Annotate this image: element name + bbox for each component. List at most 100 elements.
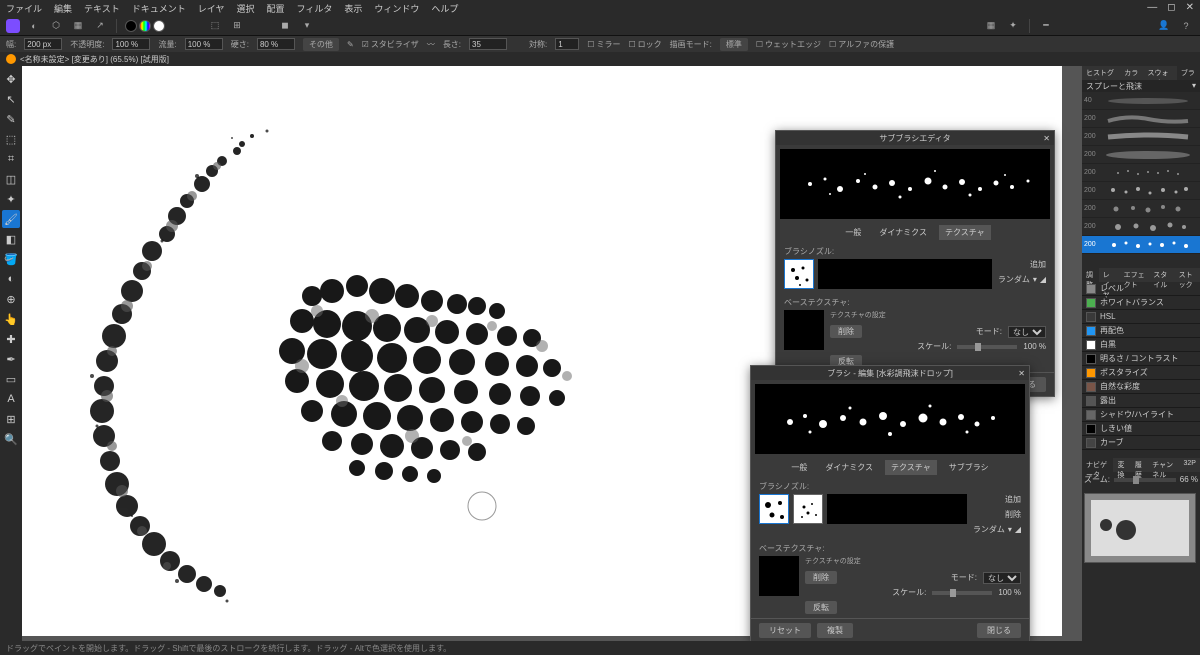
color-picker-swatches[interactable] (125, 20, 165, 32)
texture-thumbnail[interactable] (759, 556, 799, 596)
color-picker-tool[interactable]: ✎ (2, 110, 20, 128)
add-button[interactable]: 追加 (1030, 259, 1046, 270)
document-tab[interactable]: <名称未設定> [変更あり] (65.5%) [試用版] (20, 54, 169, 65)
persona-tone-icon[interactable]: ▦ (70, 18, 86, 34)
adjustment-item[interactable]: シャドウ/ハイライト (1082, 408, 1200, 422)
tab-color[interactable]: カラー (1120, 66, 1143, 80)
brush-item[interactable]: 200 (1082, 182, 1200, 200)
minimize-icon[interactable]: — (1147, 2, 1157, 13)
scale-slider[interactable] (957, 345, 1017, 349)
hardness-input[interactable] (257, 38, 295, 50)
mesh-warp-tool[interactable]: ⊞ (2, 410, 20, 428)
pen-tool[interactable]: ✒ (2, 350, 20, 368)
opacity-input[interactable] (112, 38, 150, 50)
menu-arrange[interactable]: 配置 (267, 2, 285, 15)
adjustment-item[interactable]: 再配色 (1082, 324, 1200, 338)
brush-item[interactable]: 200 (1082, 128, 1200, 146)
move-tool[interactable]: ↖ (2, 90, 20, 108)
tab-transform[interactable]: 変換 (1113, 458, 1130, 472)
heal-tool[interactable]: ✚ (2, 330, 20, 348)
tab-subbrush[interactable]: サブブラシ (943, 460, 995, 475)
dialog-titlebar[interactable]: サブブラシエディタ ✕ (776, 131, 1054, 145)
ramp-icon[interactable]: ◢ (1015, 525, 1021, 534)
brush-item[interactable]: 200 (1082, 164, 1200, 182)
protect-alpha-checkbox[interactable]: ☐ アルファの保護 (829, 39, 894, 50)
tab-general[interactable]: 一般 (839, 225, 867, 240)
selection-tool[interactable]: ⬚ (2, 130, 20, 148)
close-icon[interactable]: ✕ (1018, 369, 1025, 378)
width-input[interactable] (24, 38, 62, 50)
dodge-tool[interactable]: ◐ (2, 270, 20, 288)
menu-edit[interactable]: 編集 (54, 2, 72, 15)
more-button[interactable]: その他 (303, 38, 339, 51)
menu-document[interactable]: ドキュメント (132, 2, 186, 15)
quickmask-icon[interactable]: ◼ (277, 18, 293, 34)
add-button[interactable]: 追加 (1005, 494, 1021, 505)
swatch-white[interactable] (153, 20, 165, 32)
tab-histogram[interactable]: ヒストグラム (1082, 66, 1120, 80)
wetedge-checkbox[interactable]: ☐ ウェットエッジ (756, 39, 821, 50)
tab-effects[interactable]: エフェクト (1120, 268, 1150, 282)
navigator-thumbnail[interactable] (1084, 493, 1196, 563)
menu-file[interactable]: ファイル (6, 2, 42, 15)
persona-liquify-icon[interactable]: ◐ (26, 18, 42, 34)
tab-brush[interactable]: ブラシ (1177, 66, 1200, 80)
close-button[interactable]: 閉じる (977, 623, 1021, 638)
menu-text[interactable]: テキスト (84, 2, 120, 15)
tab-texture[interactable]: テクスチャ (939, 225, 991, 240)
menu-layer[interactable]: レイヤ (198, 2, 225, 15)
stabilizer-checkbox[interactable]: ☑ スタビライザ (362, 39, 419, 50)
brush-item[interactable]: 40 (1082, 92, 1200, 110)
scale-slider[interactable] (932, 591, 992, 595)
smudge-tool[interactable]: 👆 (2, 310, 20, 328)
duplicate-button[interactable]: 複製 (817, 623, 853, 638)
nozzle-thumbnail-2[interactable] (793, 494, 823, 524)
tab-history[interactable]: 履歴 (1131, 458, 1148, 472)
tab-swatch[interactable]: スウォッチ (1144, 66, 1177, 80)
brush-item-selected[interactable]: 200 (1082, 236, 1200, 254)
tab-channels[interactable]: チャンネル (1148, 458, 1179, 472)
tab-stock[interactable]: ストック (1175, 268, 1200, 282)
symmetry-input[interactable] (555, 38, 579, 50)
snap-icon[interactable]: ⊞ (229, 18, 245, 34)
brush-item[interactable]: 200 (1082, 110, 1200, 128)
lock-checkbox[interactable]: ☐ ロック (628, 39, 661, 50)
mode-dropdown[interactable]: なし (1008, 326, 1046, 338)
brush-item[interactable]: 200 (1082, 218, 1200, 236)
tab-layers[interactable]: レイヤ (1099, 268, 1120, 282)
menu-help[interactable]: ヘルプ (431, 2, 458, 15)
clone-tool[interactable]: ⊕ (2, 290, 20, 308)
flood-select-tool[interactable]: ✦ (2, 190, 20, 208)
length-input[interactable] (469, 38, 507, 50)
view-tool[interactable]: ✥ (2, 70, 20, 88)
force-pressure-icon[interactable]: ✎ (347, 40, 354, 49)
tab-styles[interactable]: スタイル (1149, 268, 1174, 282)
tab-dynamics[interactable]: ダイナミクス (819, 460, 879, 475)
mode-dropdown[interactable]: なし (983, 572, 1021, 584)
adjustment-item[interactable]: ポスタライズ (1082, 366, 1200, 380)
close-icon[interactable]: ✕ (1043, 134, 1050, 143)
mirror-checkbox[interactable]: ☐ ミラー (587, 39, 620, 50)
random-dropdown[interactable]: ランダム (973, 524, 1005, 535)
texture-thumbnail[interactable] (784, 310, 824, 350)
invert-button[interactable]: 反転 (805, 601, 837, 614)
fill-tool[interactable]: 🪣 (2, 250, 20, 268)
ramp-icon[interactable]: ◢ (1040, 275, 1046, 284)
adjustment-item[interactable]: 露出 (1082, 394, 1200, 408)
help-icon[interactable]: ? (1178, 18, 1194, 34)
grid-icon[interactable]: ▦ (983, 18, 999, 34)
remove-nozzle-button[interactable]: 削除 (1005, 509, 1021, 520)
account-icon[interactable]: 👤 (1156, 18, 1172, 34)
zoom-tool[interactable]: 🔍 (2, 430, 20, 448)
slider-icon[interactable]: ━ (1038, 18, 1054, 34)
blendmode-dropdown[interactable]: 標準 (720, 38, 748, 51)
tab-navigator[interactable]: ナビゲータ (1082, 458, 1113, 472)
brush-item[interactable]: 200 (1082, 200, 1200, 218)
text-tool[interactable]: A (2, 390, 20, 408)
close-icon[interactable]: ✕ (1186, 2, 1194, 13)
nozzle-thumbnail[interactable] (784, 259, 814, 289)
swatch-black[interactable] (125, 20, 137, 32)
persona-develop-icon[interactable]: ⬡ (48, 18, 64, 34)
adjustment-item[interactable]: レベル (1082, 282, 1200, 296)
reset-button[interactable]: リセット (759, 623, 811, 638)
